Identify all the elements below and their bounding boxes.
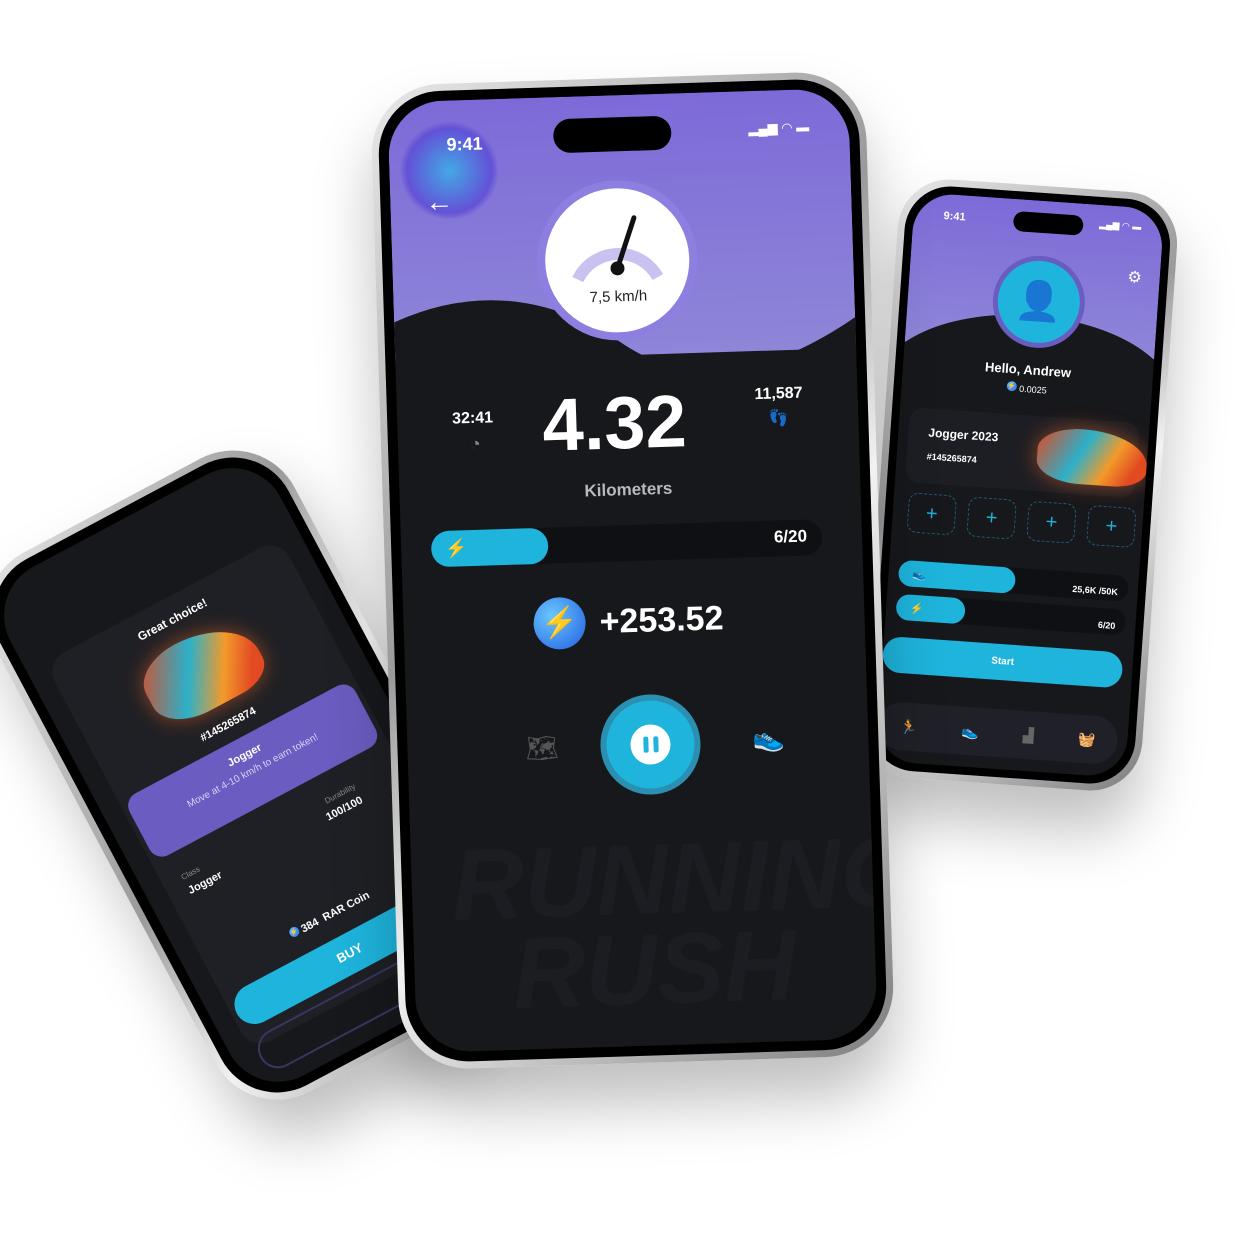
shop-icon[interactable]: 🧺 (1077, 730, 1096, 748)
energy-bar: ⚡ 6/20 (895, 593, 1127, 636)
add-slot-button[interactable]: + (1026, 500, 1077, 544)
coin-icon (1006, 380, 1018, 392)
map-icon[interactable]: 🗺 (525, 732, 559, 764)
pause-icon (629, 723, 672, 766)
speedometer: 7,5 km/h (534, 177, 700, 343)
pause-button[interactable] (598, 692, 703, 797)
settings-icon[interactable]: ⚙ (1127, 267, 1143, 288)
lightning-icon: ⚡ (909, 602, 925, 616)
sneaker-icon[interactable]: 👟 (752, 722, 785, 754)
distance-unit: Kilometers (584, 478, 673, 501)
earned-value: +253.52 (598, 598, 724, 641)
add-slot-button[interactable]: + (1085, 504, 1137, 549)
sneaker-icon[interactable]: 👟 (961, 722, 980, 740)
status-time: 9:41 (943, 210, 966, 224)
distance-value: 4.32 (541, 379, 688, 467)
energy-value: 6/20 (773, 526, 808, 547)
energy-bar: ⚡ 6/20 (430, 519, 823, 568)
leaderboard-icon[interactable]: ▟ (1022, 726, 1034, 744)
watermark-logo: RUNNING RUSH (450, 815, 878, 1030)
status-time: 9:41 (446, 133, 483, 155)
duration: 32:41 (451, 409, 494, 428)
start-button[interactable]: Start (881, 635, 1124, 689)
bottom-nav: 🏃 👟 ▟ 🧺 (876, 700, 1120, 766)
sneaker-icon: 👟 (912, 568, 927, 582)
status-icons: ▂▄▆ ◠ ▬ (748, 119, 810, 137)
add-slot-button[interactable]: + (966, 496, 1017, 540)
lightning-icon: ⚡ (444, 537, 468, 559)
footsteps-icon: 👣 (768, 410, 789, 428)
center-phone: 9:41 ▂▄▆ ◠ ▬ ← 7,5 km/h 32:41 ◔ 4.32 Kil… (369, 70, 896, 1071)
distance-fill: 👟 (897, 559, 1017, 594)
energy-fill: ⚡ (430, 527, 550, 568)
coin-icon (532, 596, 587, 651)
timer-icon: ◔ (469, 433, 482, 455)
energy-value: 6/20 (1097, 619, 1116, 631)
energy-fill: ⚡ (895, 593, 966, 625)
run-icon[interactable]: 🏃 (899, 718, 918, 736)
right-phone: 9:41 ▂▄▆ ◠ ▬ ⚙ 👤 Hello, Andrew 0.0025 Jo… (859, 175, 1181, 795)
back-arrow-icon[interactable]: ← (425, 185, 454, 218)
earned: +253.52 (532, 592, 724, 651)
add-slot-button[interactable]: + (906, 492, 958, 536)
steps: 11,587 (754, 384, 803, 404)
distance-progress: 25,6K /50K (1071, 583, 1119, 598)
balance-value: 0.0025 (1018, 383, 1048, 396)
